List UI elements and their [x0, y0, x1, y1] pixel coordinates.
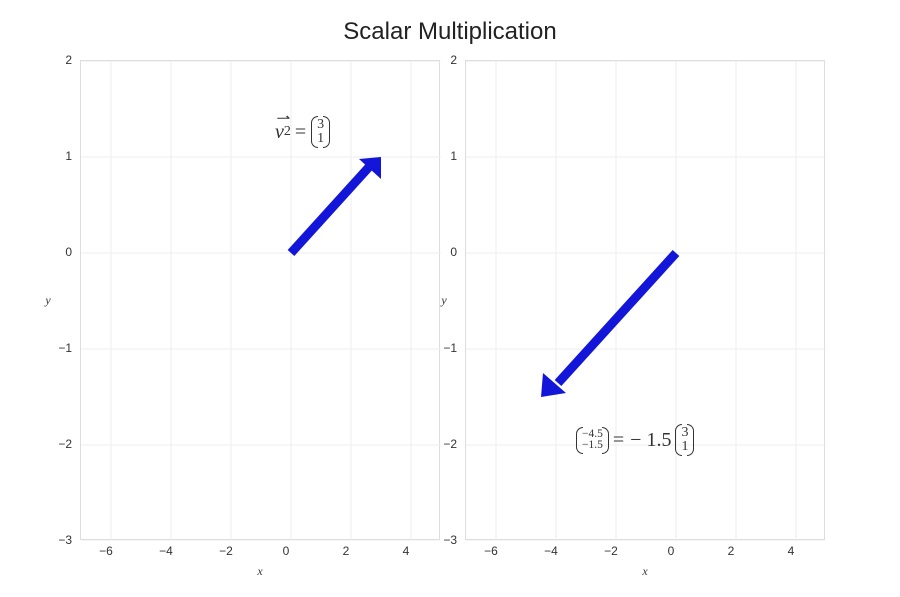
ann-left-sub: 2	[284, 124, 291, 140]
vector-scaled	[541, 253, 676, 397]
figure-title: Scalar Multiplication	[0, 18, 900, 46]
svg-text:4: 4	[788, 544, 795, 558]
xticks-right: −6 −4 −2 0 2 4	[484, 544, 795, 558]
svg-text:0: 0	[65, 245, 72, 259]
svg-text:0: 0	[283, 544, 290, 558]
svg-text:4: 4	[403, 544, 410, 558]
svg-text:−1: −1	[443, 341, 457, 355]
svg-text:−3: −3	[58, 533, 72, 547]
figure-container: Scalar Multiplication	[0, 0, 900, 597]
svg-text:−4: −4	[544, 544, 558, 558]
xlabel-left: x	[256, 564, 263, 578]
subplot-right	[465, 60, 825, 540]
svg-text:−4: −4	[159, 544, 173, 558]
ylabel-right: y	[440, 293, 447, 307]
subplot-right-svg	[466, 61, 826, 541]
yticks-right: 2 1 0 −1 −2 −3	[443, 53, 457, 547]
svg-text:−6: −6	[484, 544, 498, 558]
svg-text:0: 0	[450, 245, 457, 259]
svg-text:2: 2	[343, 544, 350, 558]
grid-right	[466, 61, 826, 541]
svg-text:−2: −2	[604, 544, 618, 558]
svg-text:−3: −3	[443, 533, 457, 547]
svg-text:2: 2	[65, 53, 72, 67]
svg-text:1: 1	[65, 149, 72, 163]
svg-text:−6: −6	[99, 544, 113, 558]
subplot-left-svg	[81, 61, 441, 541]
vector-v2	[291, 157, 381, 253]
svg-text:2: 2	[450, 53, 457, 67]
xticks-left: −6 −4 −2 0 2 4	[99, 544, 410, 558]
svg-text:0: 0	[668, 544, 675, 558]
svg-text:−2: −2	[58, 437, 72, 451]
subplot-left	[80, 60, 440, 540]
xlabel-right: x	[641, 564, 648, 578]
svg-text:−2: −2	[219, 544, 233, 558]
annotation-left: ⇀v 2 = 3 1	[275, 118, 331, 146]
svg-text:−2: −2	[443, 437, 457, 451]
annotation-right: −4.5 −1.5 = − 1.5 3 1	[575, 426, 695, 454]
svg-text:2: 2	[728, 544, 735, 558]
grid-left	[81, 61, 441, 541]
yticks-left: 2 1 0 −1 −2 −3	[58, 53, 72, 547]
svg-text:1: 1	[450, 149, 457, 163]
ylabel-left: y	[44, 293, 51, 307]
svg-text:−1: −1	[58, 341, 72, 355]
